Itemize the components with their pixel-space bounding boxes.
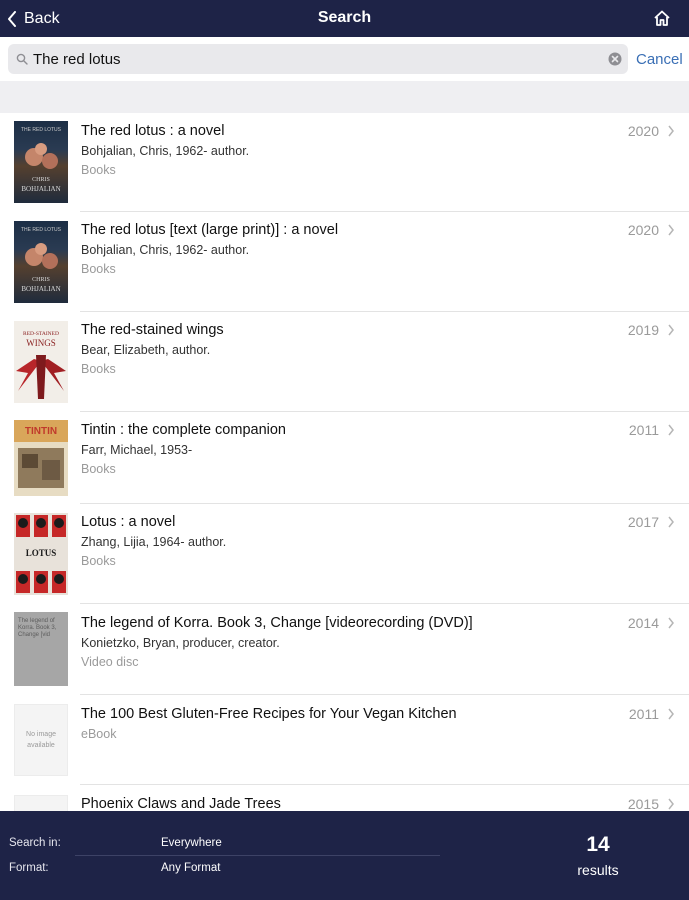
cover-text-line: BOHJALIAN <box>21 185 60 193</box>
book-cover-image <box>14 795 68 811</box>
item-author: Bohjalian, Chris, 1962- author. <box>81 144 250 158</box>
chevron-right-icon <box>668 125 674 137</box>
cover-text-line: WINGS <box>26 338 56 348</box>
item-author: Farr, Michael, 1953- <box>81 443 193 457</box>
search-filter-bar: Search in: Everywhere Format: Any Format… <box>0 811 689 900</box>
chevron-right-icon <box>668 798 674 810</box>
list-item[interactable]: Phoenix Claws and Jade Trees 2015 <box>0 785 689 811</box>
item-format: Books <box>81 362 116 376</box>
results-count-label: results <box>577 862 619 878</box>
filter-divider <box>75 855 440 856</box>
item-author: Bohjalian, Chris, 1962- author. <box>81 243 250 257</box>
list-item[interactable]: LOTUS Lotus : a novel Zhang, Lijia, 1964… <box>0 504 689 604</box>
book-cover-art: RED-STAINED WINGS <box>16 331 66 399</box>
item-year: 2017 <box>627 514 659 530</box>
cover-top-text: THE RED LOTUS <box>21 127 62 133</box>
item-year: 2019 <box>627 322 659 338</box>
item-format: Books <box>81 554 116 568</box>
search-bar: Cancel <box>0 37 689 81</box>
home-icon[interactable] <box>653 9 671 27</box>
item-format: Books <box>81 262 116 276</box>
format-selector[interactable]: Any Format <box>161 862 220 874</box>
clear-icon[interactable] <box>608 52 622 66</box>
cover-text-line: TINTIN <box>25 426 57 437</box>
item-title: Phoenix Claws and Jade Trees <box>81 796 281 811</box>
search-input[interactable] <box>33 49 593 69</box>
item-year: 2014 <box>627 615 659 631</box>
search-icon <box>16 53 28 65</box>
no-image-placeholder: No image available <box>15 729 67 751</box>
item-format: Books <box>81 163 116 177</box>
cover-text-line: No image <box>26 731 56 738</box>
chevron-right-icon <box>668 617 674 629</box>
cover-text-line: available <box>27 742 55 749</box>
cancel-button[interactable]: Cancel <box>636 51 683 68</box>
book-cover-art: TINTIN <box>14 420 68 488</box>
page-title: Search <box>317 9 372 26</box>
book-cover-art: THE RED LOTUS CHRIS BOHJALIAN <box>21 127 62 193</box>
book-cover-image: THE RED LOTUS CHRIS BOHJALIAN <box>14 221 68 303</box>
list-item[interactable]: TINTIN Tintin : the complete companion F… <box>0 412 689 504</box>
format-label: Format: <box>9 862 49 874</box>
book-cover-image: LOTUS <box>14 513 68 595</box>
book-cover-image: TINTIN <box>14 420 68 496</box>
book-cover-image: The legend of Korra. Book 3, Change [vid <box>14 612 68 686</box>
cover-placeholder-text: The legend of Korra. Book 3, Change [vid <box>14 612 68 645</box>
results-list[interactable]: THE RED LOTUS CHRIS BOHJALIAN The red lo… <box>0 113 689 811</box>
book-cover-image: THE RED LOTUS CHRIS BOHJALIAN <box>14 121 68 203</box>
cover-text-line: BOHJALIAN <box>21 285 60 293</box>
list-item[interactable]: RED-STAINED WINGS The red-stained wings … <box>0 312 689 412</box>
item-title: The 100 Best Gluten-Free Recipes for You… <box>81 706 457 722</box>
cover-text-line: CHRIS <box>32 177 50 183</box>
search-field[interactable] <box>8 44 628 74</box>
item-year: 2011 <box>628 706 659 722</box>
cover-text-line: RED-STAINED <box>23 331 59 337</box>
book-cover-image: No image available <box>14 704 68 776</box>
chevron-right-icon <box>668 708 674 720</box>
item-title: Tintin : the complete companion <box>81 422 286 438</box>
item-format: Books <box>81 462 116 476</box>
list-item[interactable]: THE RED LOTUS CHRIS BOHJALIAN The red lo… <box>0 113 689 212</box>
book-cover-image: RED-STAINED WINGS <box>14 321 68 403</box>
cover-top-text: THE RED LOTUS <box>21 227 62 233</box>
search-in-selector[interactable]: Everywhere <box>161 837 222 849</box>
book-cover-art: LOTUS <box>14 513 68 595</box>
item-format: eBook <box>81 727 117 741</box>
search-in-label: Search in: <box>9 837 61 849</box>
item-author: Konietzko, Bryan, producer, creator. <box>81 636 280 650</box>
list-item[interactable]: The legend of Korra. Book 3, Change [vid… <box>0 604 689 695</box>
chevron-right-icon <box>668 224 674 236</box>
item-author: Zhang, Lijia, 1964- author. <box>81 535 227 549</box>
chevron-right-icon <box>668 324 674 336</box>
chevron-right-icon <box>668 516 674 528</box>
item-year: 2015 <box>627 796 659 811</box>
item-title: The red-stained wings <box>81 322 224 338</box>
top-nav-bar: Back Search <box>0 0 689 37</box>
cover-text-line: Change [vid <box>18 632 51 638</box>
item-year: 2020 <box>627 222 659 238</box>
item-title: The legend of Korra. Book 3, Change [vid… <box>81 615 473 631</box>
list-item[interactable]: No image available The 100 Best Gluten-F… <box>0 695 689 785</box>
item-title: The red lotus : a novel <box>81 123 225 139</box>
item-title: The red lotus [text (large print)] : a n… <box>81 222 339 238</box>
item-title: Lotus : a novel <box>81 514 176 530</box>
list-header-spacer <box>0 81 689 113</box>
cover-text-line: CHRIS <box>32 277 50 283</box>
item-year: 2020 <box>627 123 659 139</box>
results-count: 14 <box>586 833 610 856</box>
cover-text-line: The legend of <box>18 618 55 624</box>
chevron-right-icon <box>668 424 674 436</box>
cover-text-line: Korra. Book 3, <box>18 625 57 631</box>
book-cover-art: THE RED LOTUS CHRIS BOHJALIAN <box>21 227 62 293</box>
list-item[interactable]: THE RED LOTUS CHRIS BOHJALIAN The red lo… <box>0 212 689 312</box>
item-year: 2011 <box>628 422 659 438</box>
item-format: Video disc <box>81 655 139 669</box>
cover-text-line: LOTUS <box>26 548 57 558</box>
item-author: Bear, Elizabeth, author. <box>81 343 211 357</box>
